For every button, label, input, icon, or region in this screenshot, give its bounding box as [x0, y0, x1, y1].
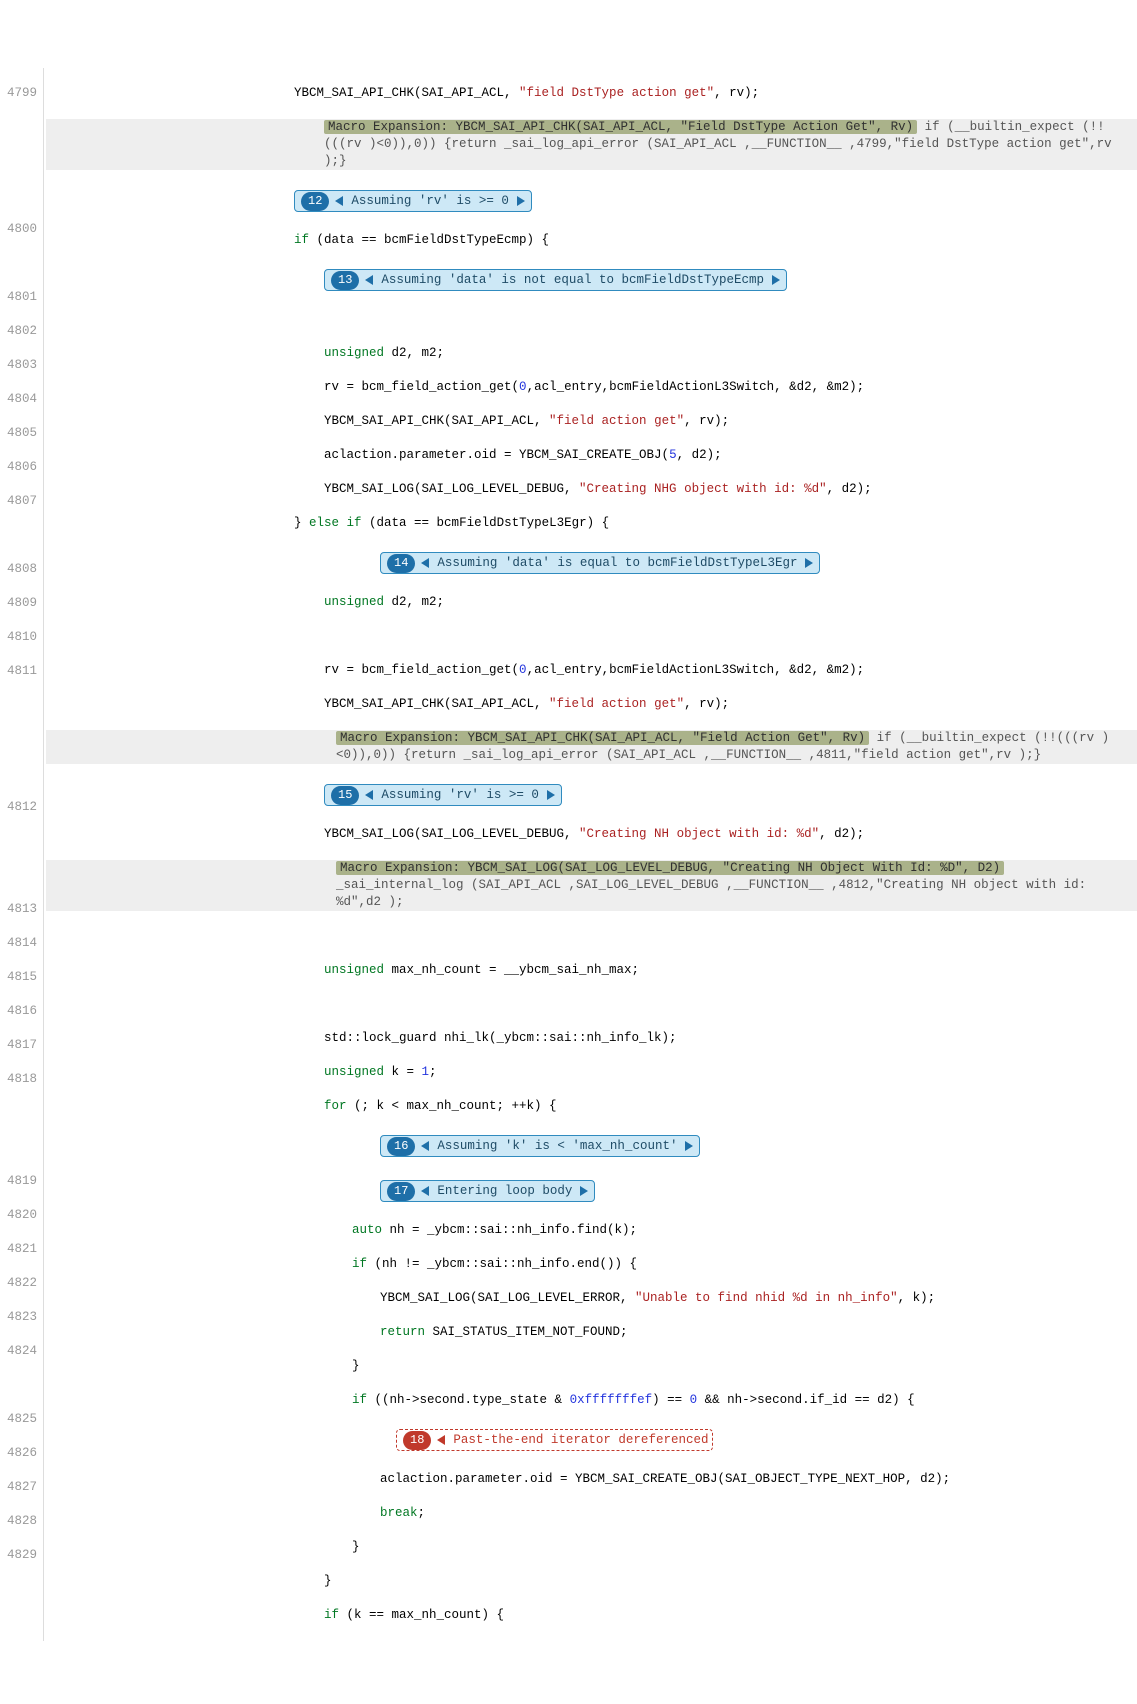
macro-expansion: Macro Expansion: YBCM_SAI_API_CHK(SAI_AP… [46, 730, 1137, 764]
analysis-note-17[interactable]: 17Entering loop body [380, 1180, 595, 1202]
code-line: } [46, 1539, 1137, 1556]
arrow-right-icon[interactable] [685, 1141, 693, 1151]
code-line: for (; k < max_nh_count; ++k) { [46, 1098, 1137, 1115]
step-badge: 15 [331, 786, 359, 805]
line-number: 4815 [0, 969, 37, 986]
analysis-error-18[interactable]: 18Past-the-end iterator dereferenced [396, 1429, 713, 1451]
step-badge: 14 [387, 554, 415, 573]
line-number: 4821 [0, 1241, 37, 1258]
arrow-left-icon[interactable] [335, 196, 343, 206]
arrow-left-icon[interactable] [421, 1186, 429, 1196]
analysis-note-13[interactable]: 13Assuming 'data' is not equal to bcmFie… [324, 269, 787, 291]
code-line: if (data == bcmFieldDstTypeEcmp) { [46, 232, 1137, 249]
code-line: unsigned k = 1; [46, 1064, 1137, 1081]
code-line: rv = bcm_field_action_get(0,acl_entry,bc… [46, 662, 1137, 679]
step-badge: 16 [387, 1137, 415, 1156]
code-line: unsigned d2, m2; [46, 345, 1137, 362]
code-line: YBCM_SAI_LOG(SAI_LOG_LEVEL_DEBUG, "Creat… [46, 826, 1137, 843]
code-line: if ((nh->second.type_state & 0xfffffffef… [46, 1392, 1137, 1409]
static-analysis-report: 4799 4800 4801 4802 4803 4804 4805 4806 … [0, 68, 1137, 1641]
line-number: 4799 [0, 85, 37, 102]
step-badge: 13 [331, 271, 359, 290]
line-number: 4829 [0, 1547, 37, 1564]
code-line: unsigned max_nh_count = __ybcm_sai_nh_ma… [46, 962, 1137, 979]
code-line: rv = bcm_field_action_get(0,acl_entry,bc… [46, 379, 1137, 396]
code-line: std::lock_guard nhi_lk(_ybcm::sai::nh_in… [46, 1030, 1137, 1047]
line-number: 4811 [0, 663, 37, 680]
line-number: 4822 [0, 1275, 37, 1292]
line-number: 4803 [0, 357, 37, 374]
code-line: if (k == max_nh_count) { [46, 1607, 1137, 1624]
step-badge: 17 [387, 1182, 415, 1201]
code-line: } else if (data == bcmFieldDstTypeL3Egr)… [46, 515, 1137, 532]
line-number: 4804 [0, 391, 37, 408]
line-number: 4827 [0, 1479, 37, 1496]
source-code: YBCM_SAI_API_CHK(SAI_API_ACL, "field Dst… [44, 68, 1137, 1641]
analysis-note-12[interactable]: 12Assuming 'rv' is >= 0 [294, 190, 532, 212]
code-line: } [46, 1358, 1137, 1375]
code-line: if (nh != _ybcm::sai::nh_info.end()) { [46, 1256, 1137, 1273]
code-line: } [46, 1573, 1137, 1590]
line-number: 4810 [0, 629, 37, 646]
line-number: 4800 [0, 221, 37, 238]
line-number: 4826 [0, 1445, 37, 1462]
line-number: 4828 [0, 1513, 37, 1530]
step-badge: 12 [301, 192, 329, 211]
analysis-note-15[interactable]: 15Assuming 'rv' is >= 0 [324, 784, 562, 806]
code-line: aclaction.parameter.oid = YBCM_SAI_CREAT… [46, 1471, 1137, 1488]
arrow-right-icon[interactable] [547, 790, 555, 800]
code-line: YBCM_SAI_API_CHK(SAI_API_ACL, "field act… [46, 696, 1137, 713]
arrow-left-icon[interactable] [365, 790, 373, 800]
analysis-note-14[interactable]: 14Assuming 'data' is equal to bcmFieldDs… [380, 552, 820, 574]
code-line: return SAI_STATUS_ITEM_NOT_FOUND; [46, 1324, 1137, 1341]
line-number-gutter: 4799 4800 4801 4802 4803 4804 4805 4806 … [0, 68, 44, 1641]
line-number: 4813 [0, 901, 37, 918]
line-number: 4819 [0, 1173, 37, 1190]
line-number: 4818 [0, 1071, 37, 1088]
step-badge: 18 [403, 1431, 431, 1450]
arrow-left-icon[interactable] [365, 275, 373, 285]
arrow-left-icon[interactable] [421, 1141, 429, 1151]
code-line: YBCM_SAI_LOG(SAI_LOG_LEVEL_DEBUG, "Creat… [46, 481, 1137, 498]
arrow-right-icon[interactable] [517, 196, 525, 206]
code-line: YBCM_SAI_API_CHK(SAI_API_ACL, "field Dst… [46, 85, 1137, 102]
line-number: 4801 [0, 289, 37, 306]
line-number: 4805 [0, 425, 37, 442]
line-number: 4814 [0, 935, 37, 952]
macro-expansion: Macro Expansion: YBCM_SAI_API_CHK(SAI_AP… [46, 119, 1137, 170]
line-number: 4808 [0, 561, 37, 578]
line-number: 4809 [0, 595, 37, 612]
code-line: aclaction.parameter.oid = YBCM_SAI_CREAT… [46, 447, 1137, 464]
line-number: 4807 [0, 493, 37, 510]
arrow-right-icon[interactable] [805, 558, 813, 568]
line-number: 4824 [0, 1343, 37, 1360]
line-number: 4823 [0, 1309, 37, 1326]
arrow-left-icon[interactable] [421, 558, 429, 568]
arrow-left-icon[interactable] [437, 1435, 445, 1445]
line-number: 4812 [0, 799, 37, 816]
code-line: YBCM_SAI_LOG(SAI_LOG_LEVEL_ERROR, "Unabl… [46, 1290, 1137, 1307]
line-number: 4816 [0, 1003, 37, 1020]
line-number: 4817 [0, 1037, 37, 1054]
arrow-right-icon[interactable] [772, 275, 780, 285]
code-line: break; [46, 1505, 1137, 1522]
analysis-note-16[interactable]: 16Assuming 'k' is < 'max_nh_count' [380, 1135, 700, 1157]
code-line: YBCM_SAI_API_CHK(SAI_API_ACL, "field act… [46, 413, 1137, 430]
macro-expansion: Macro Expansion: YBCM_SAI_LOG(SAI_LOG_LE… [46, 860, 1137, 911]
arrow-right-icon[interactable] [580, 1186, 588, 1196]
line-number: 4825 [0, 1411, 37, 1428]
line-number: 4820 [0, 1207, 37, 1224]
code-line: unsigned d2, m2; [46, 594, 1137, 611]
line-number: 4802 [0, 323, 37, 340]
line-number: 4806 [0, 459, 37, 476]
code-line: auto nh = _ybcm::sai::nh_info.find(k); [46, 1222, 1137, 1239]
